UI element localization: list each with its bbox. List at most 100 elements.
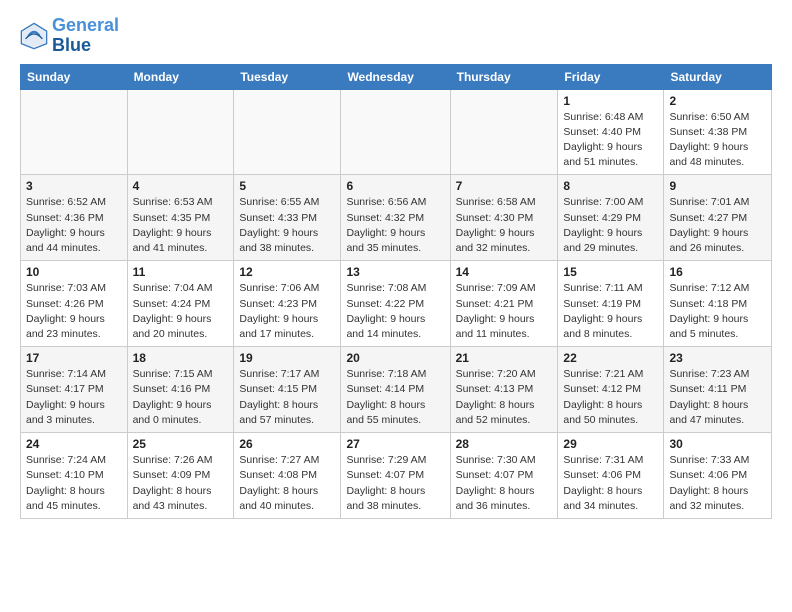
logo-icon (20, 22, 48, 50)
day-number: 11 (133, 265, 229, 279)
day-number: 17 (26, 351, 122, 365)
calendar-cell: 14 Sunrise: 7:09 AM Sunset: 4:21 PM Dayli… (450, 261, 558, 347)
calendar-cell: 21Sunrise: 7:20 AM Sunset: 4:13 PM Dayli… (450, 347, 558, 433)
day-number: 23 (669, 351, 766, 365)
calendar-cell: 11Sunrise: 7:04 AM Sunset: 4:24 PM Dayli… (127, 261, 234, 347)
calendar-cell: 15Sunrise: 7:11 AM Sunset: 4:19 PM Dayli… (558, 261, 664, 347)
calendar-cell: 7 Sunrise: 6:58 AM Sunset: 4:30 PM Daylig… (450, 175, 558, 261)
day-number: 3 (26, 179, 122, 193)
day-number: 1 (563, 94, 658, 108)
day-number: 7 (456, 179, 553, 193)
day-info: Sunrise: 7:24 AM Sunset: 4:10 PM Dayligh… (26, 453, 122, 514)
calendar-cell: 24 Sunrise: 7:24 AM Sunset: 4:10 PM Dayli… (21, 433, 128, 519)
calendar-cell: 19 Sunrise: 7:17 AM Sunset: 4:15 PM Dayli… (234, 347, 341, 433)
weekday-header-thursday: Thursday (450, 64, 558, 89)
day-number: 22 (563, 351, 658, 365)
calendar-cell: 2 Sunrise: 6:50 AM Sunset: 4:38 PM Daylig… (664, 89, 772, 175)
day-info: Sunrise: 7:18 AM Sunset: 4:14 PM Dayligh… (346, 367, 444, 428)
day-number: 27 (346, 437, 444, 451)
calendar-cell (234, 89, 341, 175)
day-info: Sunrise: 7:12 AM Sunset: 4:18 PM Dayligh… (669, 281, 766, 342)
calendar-week-3: 10Sunrise: 7:03 AM Sunset: 4:26 PM Dayli… (21, 261, 772, 347)
day-info: Sunrise: 6:48 AM Sunset: 4:40 PM Dayligh… (563, 110, 658, 171)
calendar-week-1: 1 Sunrise: 6:48 AM Sunset: 4:40 PM Daylig… (21, 89, 772, 175)
calendar-cell: 10Sunrise: 7:03 AM Sunset: 4:26 PM Dayli… (21, 261, 128, 347)
day-number: 30 (669, 437, 766, 451)
day-info: Sunrise: 7:06 AM Sunset: 4:23 PM Dayligh… (239, 281, 335, 342)
calendar-cell: 25 Sunrise: 7:26 AM Sunset: 4:09 PM Dayli… (127, 433, 234, 519)
day-info: Sunrise: 7:30 AM Sunset: 4:07 PM Dayligh… (456, 453, 553, 514)
calendar-cell: 17 Sunrise: 7:14 AM Sunset: 4:17 PM Dayli… (21, 347, 128, 433)
calendar-cell: 20 Sunrise: 7:18 AM Sunset: 4:14 PM Dayli… (341, 347, 450, 433)
day-number: 13 (346, 265, 444, 279)
day-info: Sunrise: 6:52 AM Sunset: 4:36 PM Dayligh… (26, 195, 122, 256)
header: GeneralBlue (20, 16, 772, 56)
day-number: 9 (669, 179, 766, 193)
calendar-cell: 3 Sunrise: 6:52 AM Sunset: 4:36 PM Daylig… (21, 175, 128, 261)
logo-text: GeneralBlue (52, 16, 119, 56)
calendar-cell: 8Sunrise: 7:00 AM Sunset: 4:29 PM Daylig… (558, 175, 664, 261)
calendar-cell (127, 89, 234, 175)
day-number: 19 (239, 351, 335, 365)
day-number: 24 (26, 437, 122, 451)
day-number: 28 (456, 437, 553, 451)
day-info: Sunrise: 6:50 AM Sunset: 4:38 PM Dayligh… (669, 110, 766, 171)
day-info: Sunrise: 7:33 AM Sunset: 4:06 PM Dayligh… (669, 453, 766, 514)
calendar-cell: 5 Sunrise: 6:55 AM Sunset: 4:33 PM Daylig… (234, 175, 341, 261)
weekday-header-saturday: Saturday (664, 64, 772, 89)
day-number: 10 (26, 265, 122, 279)
day-info: Sunrise: 6:55 AM Sunset: 4:33 PM Dayligh… (239, 195, 335, 256)
day-number: 21 (456, 351, 553, 365)
day-number: 18 (133, 351, 229, 365)
day-number: 6 (346, 179, 444, 193)
day-number: 4 (133, 179, 229, 193)
calendar-cell: 13 Sunrise: 7:08 AM Sunset: 4:22 PM Dayli… (341, 261, 450, 347)
day-info: Sunrise: 7:29 AM Sunset: 4:07 PM Dayligh… (346, 453, 444, 514)
calendar-week-4: 17 Sunrise: 7:14 AM Sunset: 4:17 PM Dayli… (21, 347, 772, 433)
day-info: Sunrise: 7:26 AM Sunset: 4:09 PM Dayligh… (133, 453, 229, 514)
day-info: Sunrise: 7:09 AM Sunset: 4:21 PM Dayligh… (456, 281, 553, 342)
calendar-cell (341, 89, 450, 175)
day-info: Sunrise: 7:27 AM Sunset: 4:08 PM Dayligh… (239, 453, 335, 514)
calendar-cell: 26Sunrise: 7:27 AM Sunset: 4:08 PM Dayli… (234, 433, 341, 519)
day-info: Sunrise: 7:11 AM Sunset: 4:19 PM Dayligh… (563, 281, 658, 342)
calendar-cell: 27 Sunrise: 7:29 AM Sunset: 4:07 PM Dayli… (341, 433, 450, 519)
calendar-cell: 22Sunrise: 7:21 AM Sunset: 4:12 PM Dayli… (558, 347, 664, 433)
calendar-cell (21, 89, 128, 175)
day-number: 8 (563, 179, 658, 193)
calendar-cell: 6 Sunrise: 6:56 AM Sunset: 4:32 PM Daylig… (341, 175, 450, 261)
day-number: 5 (239, 179, 335, 193)
weekday-header-monday: Monday (127, 64, 234, 89)
calendar-cell: 12Sunrise: 7:06 AM Sunset: 4:23 PM Dayli… (234, 261, 341, 347)
weekday-header-wednesday: Wednesday (341, 64, 450, 89)
day-number: 25 (133, 437, 229, 451)
day-info: Sunrise: 7:17 AM Sunset: 4:15 PM Dayligh… (239, 367, 335, 428)
calendar-cell: 30 Sunrise: 7:33 AM Sunset: 4:06 PM Dayli… (664, 433, 772, 519)
calendar-body: 1 Sunrise: 6:48 AM Sunset: 4:40 PM Daylig… (21, 89, 772, 518)
day-number: 14 (456, 265, 553, 279)
day-info: Sunrise: 7:15 AM Sunset: 4:16 PM Dayligh… (133, 367, 229, 428)
day-info: Sunrise: 6:58 AM Sunset: 4:30 PM Dayligh… (456, 195, 553, 256)
day-info: Sunrise: 7:08 AM Sunset: 4:22 PM Dayligh… (346, 281, 444, 342)
day-number: 20 (346, 351, 444, 365)
weekday-header-tuesday: Tuesday (234, 64, 341, 89)
day-number: 2 (669, 94, 766, 108)
calendar-cell: 9 Sunrise: 7:01 AM Sunset: 4:27 PM Daylig… (664, 175, 772, 261)
calendar-cell (450, 89, 558, 175)
calendar-cell: 28 Sunrise: 7:30 AM Sunset: 4:07 PM Dayli… (450, 433, 558, 519)
page-container: GeneralBlue SundayMondayTuesdayWednesday… (0, 0, 792, 529)
day-info: Sunrise: 7:23 AM Sunset: 4:11 PM Dayligh… (669, 367, 766, 428)
calendar-cell: 29Sunrise: 7:31 AM Sunset: 4:06 PM Dayli… (558, 433, 664, 519)
day-info: Sunrise: 6:53 AM Sunset: 4:35 PM Dayligh… (133, 195, 229, 256)
logo: GeneralBlue (20, 16, 119, 56)
calendar-cell: 16 Sunrise: 7:12 AM Sunset: 4:18 PM Dayli… (664, 261, 772, 347)
weekday-header-friday: Friday (558, 64, 664, 89)
calendar-week-2: 3 Sunrise: 6:52 AM Sunset: 4:36 PM Daylig… (21, 175, 772, 261)
calendar-week-5: 24 Sunrise: 7:24 AM Sunset: 4:10 PM Dayli… (21, 433, 772, 519)
day-number: 16 (669, 265, 766, 279)
day-info: Sunrise: 7:14 AM Sunset: 4:17 PM Dayligh… (26, 367, 122, 428)
day-info: Sunrise: 6:56 AM Sunset: 4:32 PM Dayligh… (346, 195, 444, 256)
calendar-header-row: SundayMondayTuesdayWednesdayThursdayFrid… (21, 64, 772, 89)
day-info: Sunrise: 7:01 AM Sunset: 4:27 PM Dayligh… (669, 195, 766, 256)
calendar-cell: 4 Sunrise: 6:53 AM Sunset: 4:35 PM Daylig… (127, 175, 234, 261)
